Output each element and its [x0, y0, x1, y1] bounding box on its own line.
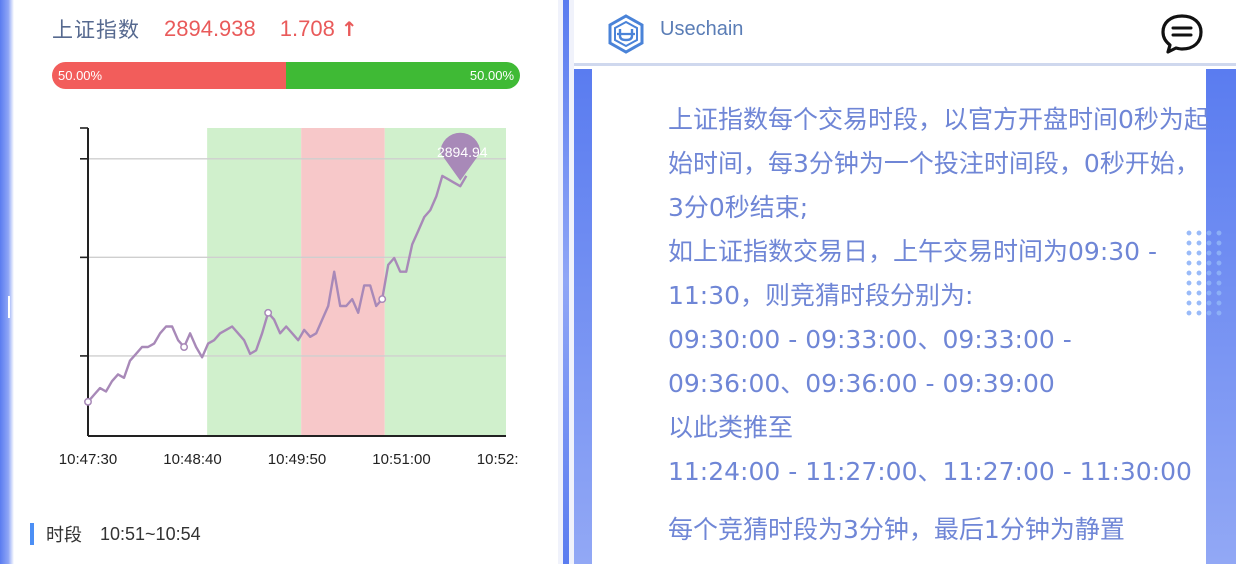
content-left-band	[574, 69, 592, 564]
bull-bear-ratio-bar: 50.00% 50.00%	[52, 62, 520, 89]
top-bar: Usechain	[574, 0, 1236, 66]
chart-x-tick-label-0: 10:47:30	[59, 451, 117, 468]
left-edge-decoration	[0, 0, 14, 564]
period-row: 时段 10:51~10:54	[30, 521, 201, 547]
brand-name: Usechain	[660, 18, 744, 40]
left-panel: 上证指数 2894.938 1.708 ↑ 50.00% 50.00% 2894…	[0, 0, 558, 564]
chat-bubble-icon[interactable]	[1159, 12, 1205, 56]
rules-paragraph-1: 上证指数每个交易时段，以官方开盘时间0秒为起始时间，每3分钟为一个投注时间段，0…	[668, 105, 1209, 222]
chart-x-tick-label-1: 10:48:40	[163, 451, 221, 468]
chart-zone-0	[207, 128, 302, 436]
rules-paragraph-2: 如上证指数交易日，上午交易时间为09:30 - 11:30，则竞猜时段分别为:	[668, 237, 1158, 310]
chart-x-tick-label-4: 10:52:10	[477, 451, 518, 468]
index-name: 上证指数	[52, 18, 140, 42]
chart-x-tick-label-2: 10:49:50	[268, 451, 326, 468]
chart-point-marker-2	[264, 308, 273, 317]
right-panel: Usechain 上证指数每个交易时段，以官方开盘时间0秒为起始时间，每3分钟为…	[574, 0, 1236, 564]
usechain-logo-icon	[608, 14, 644, 54]
period-accent-bar	[30, 523, 34, 545]
rules-paragraph-6: 每个竞猜时段为3分钟，最后1分钟为静置	[668, 515, 1125, 544]
chart-point-marker-1	[180, 343, 189, 351]
ratio-red-segment: 50.00%	[52, 62, 286, 89]
ratio-green-segment: 50.00%	[286, 62, 520, 89]
ratio-green-label: 50.00%	[469, 68, 514, 83]
period-value: 10:51~10:54	[100, 523, 201, 544]
panel-divider	[558, 0, 574, 564]
rules-paragraph-4: 以此类推至	[668, 413, 794, 442]
chart-zone-2	[384, 128, 506, 436]
edge-chevron-icon	[0, 296, 10, 318]
divider-line	[563, 0, 569, 564]
index-price: 2894.938	[164, 16, 256, 41]
period-label: 时段	[46, 525, 82, 546]
index-line-chart: 2894.94 10:47:30 10:48:40 10:49:50 10:51:00 1…	[59, 127, 518, 468]
index-change: 1.708	[279, 16, 335, 41]
chart-last-value-label: 2894.94	[437, 144, 488, 160]
index-ticker: 上证指数 2894.938 1.708 ↑	[52, 14, 358, 44]
chart-zone-1	[301, 128, 385, 436]
ratio-red-label: 50.00%	[58, 68, 103, 83]
rules-text: 上证指数每个交易时段，以官方开盘时间0秒为起始时间，每3分钟为一个投注时间段，0…	[610, 98, 1210, 552]
arrow-up-icon: ↑	[340, 17, 358, 41]
chart-point-marker-0	[84, 397, 92, 406]
chart-x-tick-label-3: 10:51:00	[372, 451, 430, 468]
rules-paragraph-5: 11:24:00 - 11:27:00、11:27:00 - 11:30:00	[668, 457, 1192, 486]
rules-paragraph-3: 09:30:00 - 09:33:00、09:33:00 - 09:36:00、…	[668, 325, 1072, 398]
chart-point-marker-3	[378, 295, 387, 304]
